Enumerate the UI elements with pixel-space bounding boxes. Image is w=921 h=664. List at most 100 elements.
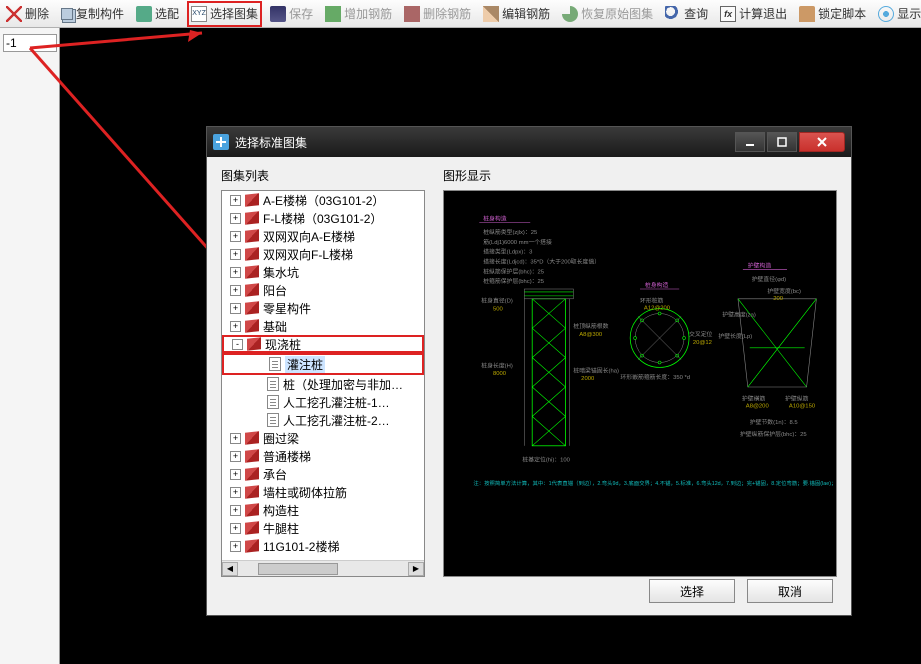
expand-icon[interactable]: + <box>230 487 241 498</box>
tree-node[interactable]: 人工挖孔灌注桩-1… <box>222 393 424 411</box>
svg-text:桩基定位(hi)：100: 桩基定位(hi)：100 <box>522 455 570 463</box>
tree-node[interactable]: +基础 <box>222 317 424 335</box>
cancel-button[interactable]: 取消 <box>747 579 833 603</box>
book-icon <box>245 283 259 296</box>
tree-node[interactable]: +阳台 <box>222 281 424 299</box>
tree-node[interactable]: +A-E楼梯（03G101-2） <box>222 191 424 209</box>
svg-text:桩纵筋保护层(bhc)：25: 桩纵筋保护层(bhc)：25 <box>483 267 545 275</box>
book-icon <box>245 247 259 260</box>
toolbar-lock-script[interactable]: 锁定脚本 <box>795 1 870 27</box>
expand-icon[interactable]: + <box>230 303 241 314</box>
tree-node-label: 现浇桩 <box>265 336 301 353</box>
dialog-icon <box>213 134 229 150</box>
svg-text:桩身直径(D): 桩身直径(D) <box>481 297 513 305</box>
delete-icon <box>6 6 22 22</box>
book-icon <box>245 319 259 332</box>
tree-node-label: 牛腿柱 <box>263 520 299 537</box>
tree-node-label: F-L楼梯（03G101-2） <box>263 210 382 227</box>
expand-icon[interactable]: + <box>230 451 241 462</box>
toolbar-label: 删除 <box>25 5 49 22</box>
tree-node[interactable]: + 牛腿柱 <box>222 519 424 537</box>
svg-text:护壁节数(1n)：8.5: 护壁节数(1n)：8.5 <box>750 418 799 426</box>
tree-node[interactable]: +普通楼梯 <box>222 447 424 465</box>
book-icon <box>245 467 259 480</box>
svg-text:500: 500 <box>493 307 504 313</box>
tree-scrollbar[interactable]: ◀ ▶ <box>222 560 424 576</box>
tree-node[interactable]: + F-L楼梯（03G101-2） <box>222 209 424 227</box>
toolbar-query[interactable]: 查询 <box>661 1 712 27</box>
tree-node[interactable]: +双网双向A-E楼梯 <box>222 227 424 245</box>
tree-node[interactable]: +圈过梁 <box>222 429 424 447</box>
maximize-button[interactable] <box>767 132 797 152</box>
tree-node-label: 构造柱 <box>263 502 299 519</box>
expand-icon[interactable]: + <box>230 285 241 296</box>
toolbar-label: 复制构件 <box>76 5 124 22</box>
left-index-input[interactable] <box>3 34 57 52</box>
svg-text:A8@300: A8@300 <box>579 332 603 338</box>
toolbar-add-rebar[interactable]: 增加钢筋 <box>321 1 396 27</box>
expand-icon[interactable]: + <box>230 541 241 552</box>
scroll-thumb[interactable] <box>258 563 338 575</box>
toolbar-label: 增加钢筋 <box>344 5 392 22</box>
toolbar-delete[interactable]: 删除 <box>2 1 53 27</box>
expand-icon[interactable]: + <box>230 469 241 480</box>
svg-text:桩身构造: 桩身构造 <box>483 214 507 222</box>
tree-node[interactable]: - 现浇桩 <box>222 335 424 353</box>
tree-node[interactable]: 桩（处理加密与非加… <box>222 375 424 393</box>
tree-node[interactable]: + 双网双向F-L楼梯 <box>222 245 424 263</box>
expand-icon <box>252 397 263 408</box>
expand-icon[interactable]: + <box>230 433 241 444</box>
svg-text:A8@200: A8@200 <box>746 404 770 410</box>
toolbar-select-atlas[interactable]: XYZ选择图集 <box>187 1 262 27</box>
left-panel <box>0 28 60 664</box>
restore-icon <box>562 6 578 22</box>
toolbar-fit-view[interactable]: 显示全图 <box>874 1 921 27</box>
toolbar-calc-exit[interactable]: fx计算退出 <box>716 1 791 27</box>
toolbar-edit-rebar[interactable]: 编辑钢筋 <box>479 1 554 27</box>
expand-icon[interactable]: + <box>230 249 241 260</box>
tree-node[interactable]: +承台 <box>222 465 424 483</box>
collapse-icon[interactable]: - <box>232 339 243 350</box>
expand-icon[interactable]: + <box>230 505 241 516</box>
close-button[interactable] <box>799 132 845 152</box>
select-atlas-icon: XYZ <box>191 6 207 22</box>
tree-node[interactable]: +集水坑 <box>222 263 424 281</box>
svg-text:注：按照简单方法计算，其中：1代表直锚（到边），2.弯头9d: 注：按照简单方法计算，其中：1代表直锚（到边），2.弯头9d，3.底面交界；4.… <box>473 479 836 487</box>
minimize-button[interactable] <box>735 132 765 152</box>
expand-icon[interactable]: + <box>230 213 241 224</box>
toolbar-save[interactable]: 保存 <box>266 1 317 27</box>
expand-icon[interactable]: + <box>230 523 241 534</box>
tree-node-label: 双网双向F-L楼梯 <box>263 246 353 263</box>
tree-node[interactable]: 人工挖孔灌注桩-2… <box>222 411 424 429</box>
page-icon <box>269 357 281 371</box>
book-icon <box>245 449 259 462</box>
tree-node[interactable]: + 构造柱 <box>222 501 424 519</box>
tree-node[interactable]: 灌注桩 <box>222 353 424 375</box>
tree-node-label: 墙柱或砌体拉筋 <box>263 484 347 501</box>
add-rebar-icon <box>325 6 341 22</box>
select-button[interactable]: 选择 <box>649 579 735 603</box>
svg-text:护壁构造: 护壁构造 <box>748 261 772 269</box>
tree-node[interactable]: + 墙柱或砌体拉筋 <box>222 483 424 501</box>
atlas-tree[interactable]: +A-E楼梯（03G101-2）+F-L楼梯（03G101-2）+双网双向A-E… <box>221 190 425 577</box>
svg-text:环形嵌筋箍筋长度：350 *d: 环形嵌筋箍筋长度：350 *d <box>620 373 690 381</box>
toolbar-restore[interactable]: 恢复原始图集 <box>558 1 657 27</box>
expand-icon[interactable]: + <box>230 321 241 332</box>
svg-text:搭接长度(Ldjcd)：35*D（大于200取长度值）: 搭接长度(Ldjcd)：35*D（大于200取长度值） <box>483 258 600 266</box>
preview-canvas: 桩身构造 桩纵筋类型(zjlx)：25 筋(Ldj1)6000 mm一个搭接 搭… <box>443 190 837 577</box>
expand-icon[interactable]: + <box>230 231 241 242</box>
tree-node[interactable]: +11G101-2楼梯 <box>222 537 424 555</box>
scroll-left-icon[interactable]: ◀ <box>222 562 238 576</box>
expand-icon[interactable]: + <box>230 195 241 206</box>
expand-icon[interactable]: + <box>230 267 241 278</box>
tree-node[interactable]: +零星构件 <box>222 299 424 317</box>
toolbar-select-match[interactable]: 选配 <box>132 1 183 27</box>
toolbar-copy-member[interactable]: 复制构件 <box>57 1 128 27</box>
page-icon <box>267 377 279 391</box>
toolbar-del-rebar[interactable]: 删除钢筋 <box>400 1 475 27</box>
dialog-title: 选择标准图集 <box>235 134 733 151</box>
svg-text:护壁纵筋: 护壁纵筋 <box>785 395 809 403</box>
expand-icon <box>254 359 265 370</box>
toolbar-label: 计算退出 <box>739 5 787 22</box>
scroll-right-icon[interactable]: ▶ <box>408 562 424 576</box>
